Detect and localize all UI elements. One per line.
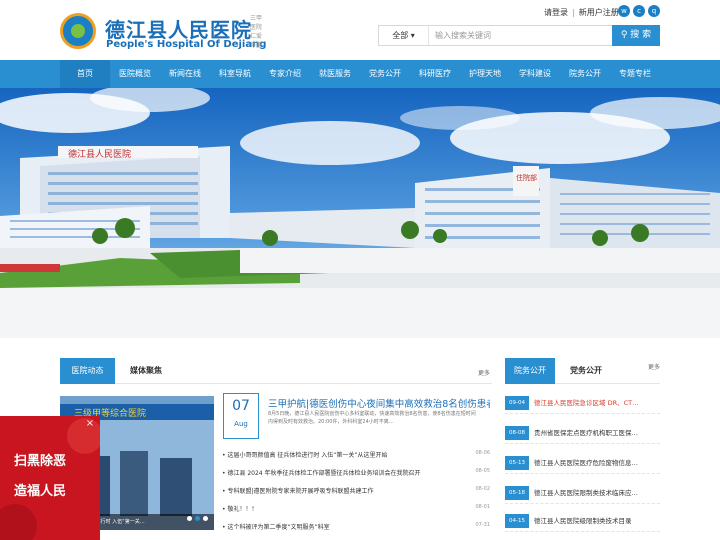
nav-party-affairs[interactable]: 党务公开 bbox=[360, 60, 410, 88]
nav-research[interactable]: 科研医疗 bbox=[410, 60, 460, 88]
news-item-date: 08-02 bbox=[475, 486, 490, 492]
news-item[interactable]: • 德江县 2024 年秋季征兵体检工作部署暨征兵体检业务培训会在我院召开 08-… bbox=[222, 468, 490, 484]
hospital-name-en: People's Hospital Of Dejiang bbox=[106, 39, 267, 50]
search-button[interactable]: ⚲ 搜 索 bbox=[612, 25, 660, 46]
news-item[interactable]: • 专科联盟|遵医附院专家来院开展呼吸专科联盟共建工作 08-02 bbox=[222, 486, 490, 502]
slider-dot-1[interactable] bbox=[187, 516, 192, 521]
close-icon[interactable]: × bbox=[84, 418, 96, 430]
hospital-motto: 三甲 医院 仁爱 尊重 bbox=[250, 15, 263, 49]
link-divider: | bbox=[572, 8, 575, 17]
affairs-item-date: 08-08 bbox=[505, 426, 529, 440]
main-nav: 首页 医院概览 新闻在线 科室导航 专家介绍 就医服务 党务公开 科研医疗 护理… bbox=[0, 60, 720, 88]
site-header: 德江县人民医院 People's Hospital Of Dejiang 三甲 … bbox=[0, 0, 720, 60]
search-scope-value: 全部 bbox=[392, 31, 409, 40]
nav-nursing[interactable]: 护理天地 bbox=[460, 60, 510, 88]
hospital-sign-text: 德江县人民医院 bbox=[68, 148, 131, 160]
news-item-date: 08-01 bbox=[475, 504, 490, 510]
tab-hospital-news[interactable]: 医院动态 bbox=[60, 358, 115, 384]
affairs-item-date: 04-15 bbox=[505, 514, 529, 528]
search-box: 全部 ▾ bbox=[378, 25, 632, 46]
affairs-more-link[interactable]: 更多 bbox=[648, 362, 660, 371]
ad-line-2: 造福人民 bbox=[14, 484, 67, 499]
slider-dot-2[interactable] bbox=[195, 516, 200, 521]
news-item-date: 07-31 bbox=[475, 522, 490, 528]
qq-icon[interactable]: q bbox=[648, 5, 660, 17]
affairs-item-date: 05-13 bbox=[505, 456, 529, 470]
news-item-date: 08-06 bbox=[475, 450, 490, 456]
tab-hospital-affairs[interactable]: 院务公开 bbox=[505, 358, 555, 384]
slider-dot-3[interactable] bbox=[203, 516, 208, 521]
search-button-label: 搜 索 bbox=[630, 30, 652, 40]
nav-home[interactable]: 首页 bbox=[60, 60, 110, 88]
affairs-tabs: 院务公开 党务公开 bbox=[505, 358, 660, 384]
news-item-title: • 敬礼！！！ bbox=[222, 506, 258, 513]
search-input[interactable] bbox=[435, 26, 605, 45]
news-item-title: • 德江县 2024 年秋季征兵体检工作部署暨征兵体检业务培训会在我院召开 bbox=[222, 470, 421, 477]
news-item-date: 08-05 bbox=[475, 468, 490, 474]
news-tabs: 医院动态 媒体聚焦 bbox=[60, 358, 492, 384]
weibo-icon[interactable]: w bbox=[618, 5, 630, 17]
featured-headline[interactable]: 三甲护航|德医创伤中心夜间集中高效救治8名创伤患者 bbox=[268, 396, 490, 410]
search-icon: ⚲ bbox=[620, 30, 628, 40]
logo-emblem bbox=[71, 24, 85, 38]
tab-party-affairs[interactable]: 党务公开 bbox=[561, 358, 611, 384]
building-sign-text: 住院部 bbox=[516, 173, 537, 182]
nav-experts[interactable]: 专家介绍 bbox=[260, 60, 310, 88]
news-item[interactable]: • 这届小哥哥颜值高 征兵体检进行时 入伍“第一关”从这里开始 08-06 bbox=[222, 450, 490, 466]
login-link[interactable]: 请登录 bbox=[544, 8, 568, 17]
floating-campaign-ad[interactable]: × 扫黑除恶 造福人民 bbox=[0, 416, 100, 540]
nav-news[interactable]: 新闻在线 bbox=[160, 60, 210, 88]
nav-special[interactable]: 专题专栏 bbox=[610, 60, 660, 88]
affairs-item-title: 德江县人民医院急诊区域 DR、CT… bbox=[534, 399, 639, 407]
affairs-item-date: 09-04 bbox=[505, 396, 529, 410]
news-item-title: • 专科联盟|遵医附院专家来院开展呼吸专科联盟共建工作 bbox=[222, 488, 374, 495]
tab-media[interactable]: 媒体聚焦 bbox=[120, 358, 172, 384]
affairs-item-title: 贵州省医保定点医疗机构职工医保… bbox=[534, 429, 638, 437]
news-item[interactable]: • 敬礼！！！ 08-01 bbox=[222, 504, 490, 520]
nav-overview[interactable]: 医院概览 bbox=[110, 60, 160, 88]
nav-services[interactable]: 就医服务 bbox=[310, 60, 360, 88]
featured-date: 07 Aug bbox=[223, 393, 259, 439]
affairs-item-date: 05-18 bbox=[505, 486, 529, 500]
ad-line-1: 扫黑除恶 bbox=[14, 454, 67, 469]
affairs-item[interactable]: 04-15 德江县人民医院级限制类技术目录 bbox=[505, 508, 660, 532]
news-item[interactable]: • 这个科被评为第二季度“文明服务”科室 07-31 bbox=[222, 522, 490, 538]
hospital-photo: 德江县人民医院 住院部 bbox=[0, 88, 720, 338]
hospital-logo[interactable] bbox=[60, 13, 96, 49]
affairs-item-title: 德江县人民医院限制类技术临床应… bbox=[534, 489, 638, 497]
news-item-title: • 这个科被评为第二季度“文明服务”科室 bbox=[222, 524, 330, 531]
affairs-item[interactable]: 08-08 贵州省医保定点医疗机构职工医保… bbox=[505, 420, 660, 444]
featured-day: 07 bbox=[232, 398, 250, 414]
wechat-icon[interactable]: c bbox=[633, 5, 645, 17]
register-link[interactable]: 新用户注册 bbox=[579, 8, 619, 17]
slider-dots bbox=[184, 506, 208, 525]
featured-summary: 8月5日晚，德江县人民医院创伤中心多科室联动，快速高效救治8名伤患，使8名伤患在… bbox=[268, 411, 476, 425]
account-links: 请登录 | 新用户注册 bbox=[544, 7, 619, 18]
featured-month: Aug bbox=[234, 420, 248, 428]
affairs-item[interactable]: 05-13 德江县人民医院医疗危险废物信息… bbox=[505, 450, 660, 474]
ad-background bbox=[0, 416, 100, 540]
news-more-link[interactable]: 更多 bbox=[478, 368, 490, 377]
affairs-item[interactable]: 09-04 德江县人民医院急诊区域 DR、CT… bbox=[505, 390, 660, 414]
nav-disciplines[interactable]: 学科建设 bbox=[510, 60, 560, 88]
news-item-title: • 这届小哥哥颜值高 征兵体检进行时 入伍“第一关”从这里开始 bbox=[222, 452, 388, 459]
affairs-item-title: 德江县人民医院医疗危险废物信息… bbox=[534, 459, 638, 467]
search-scope-select[interactable]: 全部 ▾ bbox=[379, 26, 429, 45]
nav-hospital-affairs[interactable]: 院务公开 bbox=[560, 60, 610, 88]
hero-banner[interactable]: 德江县人民医院 住院部 bbox=[0, 88, 720, 338]
affairs-item-title: 德江县人民医院级限制类技术目录 bbox=[534, 517, 632, 525]
nav-departments[interactable]: 科室导航 bbox=[210, 60, 260, 88]
affairs-item[interactable]: 05-18 德江县人民医院限制类技术临床应… bbox=[505, 480, 660, 504]
